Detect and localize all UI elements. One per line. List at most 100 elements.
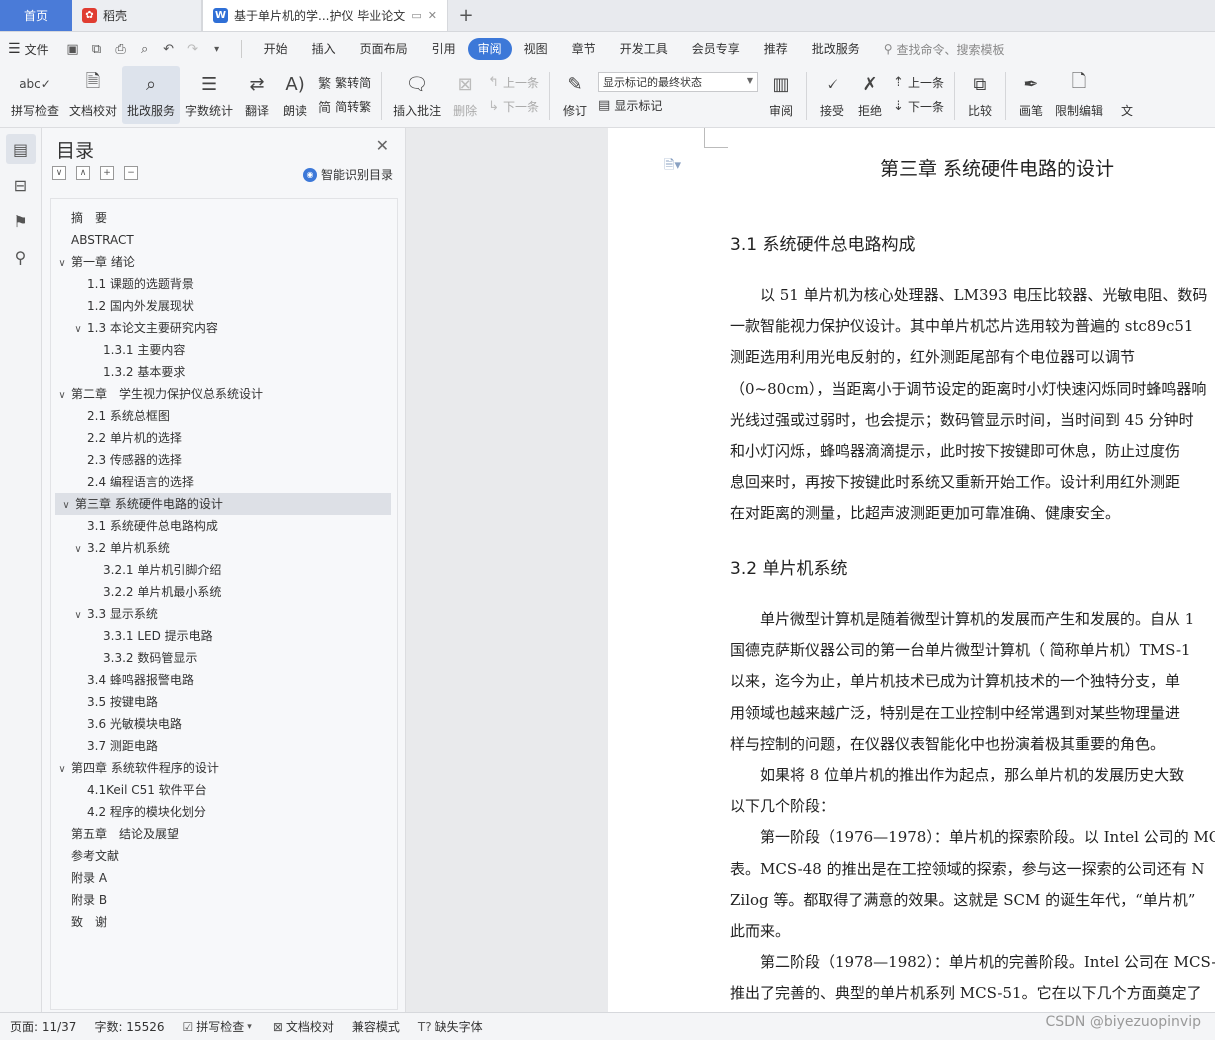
chevron-down-icon[interactable]: ∨ <box>55 759 69 781</box>
plus-icon[interactable]: + <box>100 166 114 180</box>
bookmark-icon[interactable]: ⚑ <box>6 206 36 236</box>
tab-document[interactable]: W 基于单片机的学...护仪 毕业论文 ▭ ✕ <box>202 0 448 31</box>
toc-item[interactable]: 参考文献 <box>51 845 389 867</box>
toc-item[interactable]: 1.1 课题的选题背景 <box>51 273 389 295</box>
word-count-button[interactable]: ☰ 字数统计 <box>180 66 238 124</box>
file-menu[interactable]: ☰ 文件 <box>8 41 49 58</box>
toc-item[interactable]: ∨ 1.3 本论文主要研究内容 <box>51 317 389 339</box>
doc-more-button[interactable]: 文 <box>1108 66 1146 124</box>
print-icon[interactable]: ⎙ <box>111 42 131 57</box>
chevron-down-icon[interactable]: ∨ <box>59 495 73 517</box>
toc-item[interactable]: 1.2 国内外发展现状 <box>51 295 389 317</box>
toc-item[interactable]: ∨ 第三章 系统硬件电路的设计 <box>55 493 391 515</box>
toc-item[interactable]: 3.3.1 LED 提示电路 <box>51 625 389 647</box>
toc-item[interactable]: 3.3.2 数码管显示 <box>51 647 389 669</box>
prev-comment-button[interactable]: ↰ 上一条 <box>488 71 539 93</box>
chevron-down-icon[interactable]: ▾ <box>207 44 227 55</box>
toc-item[interactable]: 2.2 单片机的选择 <box>51 427 389 449</box>
spell-check-button[interactable]: abc✓ 拼写检查 <box>6 66 64 124</box>
reject-button[interactable]: ✗ 拒绝 <box>851 66 889 124</box>
toc-item[interactable]: ∨ 第四章 系统软件程序的设计 <box>51 757 389 779</box>
smart-toc-button[interactable]: ◉ 智能识别目录 <box>302 166 393 183</box>
toc-item[interactable]: 3.1 系统硬件总电路构成 <box>51 515 389 537</box>
doc-check-status[interactable]: ⊠ 文档校对 <box>273 1018 334 1035</box>
toc-item[interactable]: 1.3.1 主要内容 <box>51 339 389 361</box>
search-icon[interactable]: ⚲ <box>6 242 36 272</box>
command-search[interactable]: ⚲ 查找命令、搜索模板 <box>884 41 1005 58</box>
toc-item[interactable]: 第五章 结论及展望 <box>51 823 389 845</box>
toc-item[interactable]: 摘 要 <box>51 207 389 229</box>
menu-review[interactable]: 审阅 <box>467 38 512 60</box>
menu-recommend[interactable]: 推荐 <box>752 38 800 60</box>
translate-button[interactable]: ⇄ 翻译 <box>238 66 276 124</box>
delete-comment-button[interactable]: ⊠ 删除 <box>446 66 484 124</box>
trad-to-simp-button[interactable]: 繁繁转简 <box>318 71 371 93</box>
accept-button[interactable]: 🗸 接受 <box>813 66 851 124</box>
show-markup-button[interactable]: ▤ 显示标记 <box>598 95 758 117</box>
prev-change-button[interactable]: ⇡ 上一条 <box>893 71 944 93</box>
menu-insert[interactable]: 插入 <box>300 38 348 60</box>
chevron-down-icon[interactable]: ∨ <box>71 539 85 561</box>
save-icon[interactable]: ▣ <box>63 42 83 57</box>
word-count-indicator[interactable]: 字数: 15526 <box>94 1018 164 1035</box>
pen-button[interactable]: ✒ 画笔 <box>1012 66 1050 124</box>
next-change-button[interactable]: ⇣ 下一条 <box>893 95 944 117</box>
undo-icon[interactable]: ↶ <box>159 42 179 57</box>
toc-item[interactable]: 3.5 按键电路 <box>51 691 389 713</box>
toc-item[interactable]: 附录 B <box>51 889 389 911</box>
new-tab-button[interactable]: + <box>448 0 484 31</box>
export-icon[interactable]: ⧉ <box>87 42 107 57</box>
toc-item[interactable]: 2.3 传感器的选择 <box>51 449 389 471</box>
toc-item[interactable]: 4.1Keil C51 软件平台 <box>51 779 389 801</box>
minus-icon[interactable]: − <box>124 166 138 180</box>
toc-item[interactable]: 2.1 系统总框图 <box>51 405 389 427</box>
redo-icon[interactable]: ↷ <box>183 42 203 57</box>
review-pane-button[interactable]: ▥ 审阅 <box>762 66 800 124</box>
print-preview-icon[interactable]: ⌕ <box>135 42 155 57</box>
menu-start[interactable]: 开始 <box>252 38 300 60</box>
toc-item[interactable]: ABSTRACT <box>51 229 389 251</box>
toc-icon[interactable]: ▤ <box>5 134 36 164</box>
menu-references[interactable]: 引用 <box>420 38 468 60</box>
insert-comment-button[interactable]: 🗨 插入批注 <box>388 66 446 124</box>
markup-state-select[interactable]: 显示标记的最终状态 ▼ <box>598 71 759 92</box>
toc-item[interactable]: 3.2.2 单片机最小系统 <box>51 581 389 603</box>
toc-item[interactable]: 致 谢 <box>51 911 389 933</box>
toc-item[interactable]: ∨ 3.3 显示系统 <box>51 603 389 625</box>
menu-section[interactable]: 章节 <box>560 38 608 60</box>
toc-item[interactable]: ∨ 3.2 单片机系统 <box>51 537 389 559</box>
simp-to-trad-button[interactable]: 简简转繁 <box>318 95 371 117</box>
doc-check-button[interactable]: 🗎 文档校对 <box>64 66 122 124</box>
track-changes-button[interactable]: ✎ 修订 <box>556 66 594 124</box>
close-icon[interactable]: ✕ <box>376 136 389 155</box>
toc-item[interactable]: 附录 A <box>51 867 389 889</box>
collapse-all-icon[interactable]: ∨ <box>52 166 66 180</box>
page-indicator[interactable]: 页面: 11/37 <box>10 1018 76 1035</box>
chevron-down-icon[interactable]: ∨ <box>71 605 85 627</box>
toc-item[interactable]: 3.6 光敏模块电路 <box>51 713 389 735</box>
tab-screen-icon[interactable]: ▭ <box>411 9 421 22</box>
menu-page-layout[interactable]: 页面布局 <box>348 38 420 60</box>
next-comment-button[interactable]: ↳ 下一条 <box>488 95 539 117</box>
tab-daoke[interactable]: ✿ 稻壳 <box>72 0 202 31</box>
toc-item[interactable]: 3.2.1 单片机引脚介绍 <box>51 559 389 581</box>
page-options-icon[interactable]: 🗎▾ <box>664 156 681 178</box>
document-page[interactable]: 🗎▾ 第三章 系统硬件电路的设计 3.1 系统硬件总电路构成 3.2 单片机系统… <box>608 128 1215 1012</box>
menu-view[interactable]: 视图 <box>512 38 560 60</box>
chevron-down-icon[interactable]: ∨ <box>55 385 69 407</box>
menu-review-service[interactable]: 批改服务 <box>800 38 872 60</box>
compare-button[interactable]: ⧉ 比较 <box>961 66 999 124</box>
review-service-button[interactable]: ⌕ 批改服务 <box>122 66 181 124</box>
toc-item[interactable]: 3.4 蜂鸣器报警电路 <box>51 669 389 691</box>
toc-item[interactable]: ∨ 第二章 学生视力保护仪总系统设计 <box>51 383 389 405</box>
read-aloud-button[interactable]: A) 朗读 <box>276 66 314 124</box>
menu-developer[interactable]: 开发工具 <box>608 38 680 60</box>
missing-font-status[interactable]: T? 缺失字体 <box>418 1018 483 1035</box>
menu-member[interactable]: 会员专享 <box>680 38 752 60</box>
tab-home[interactable]: 首页 <box>0 0 72 31</box>
expand-up-icon[interactable]: ∧ <box>76 166 90 180</box>
toc-item[interactable]: 4.2 程序的模块化划分 <box>51 801 389 823</box>
chevron-down-icon[interactable]: ∨ <box>55 253 69 275</box>
toc-item[interactable]: 2.4 编程语言的选择 <box>51 471 389 493</box>
spell-check-toggle[interactable]: ☑ 拼写检查 ▾ <box>183 1018 255 1035</box>
